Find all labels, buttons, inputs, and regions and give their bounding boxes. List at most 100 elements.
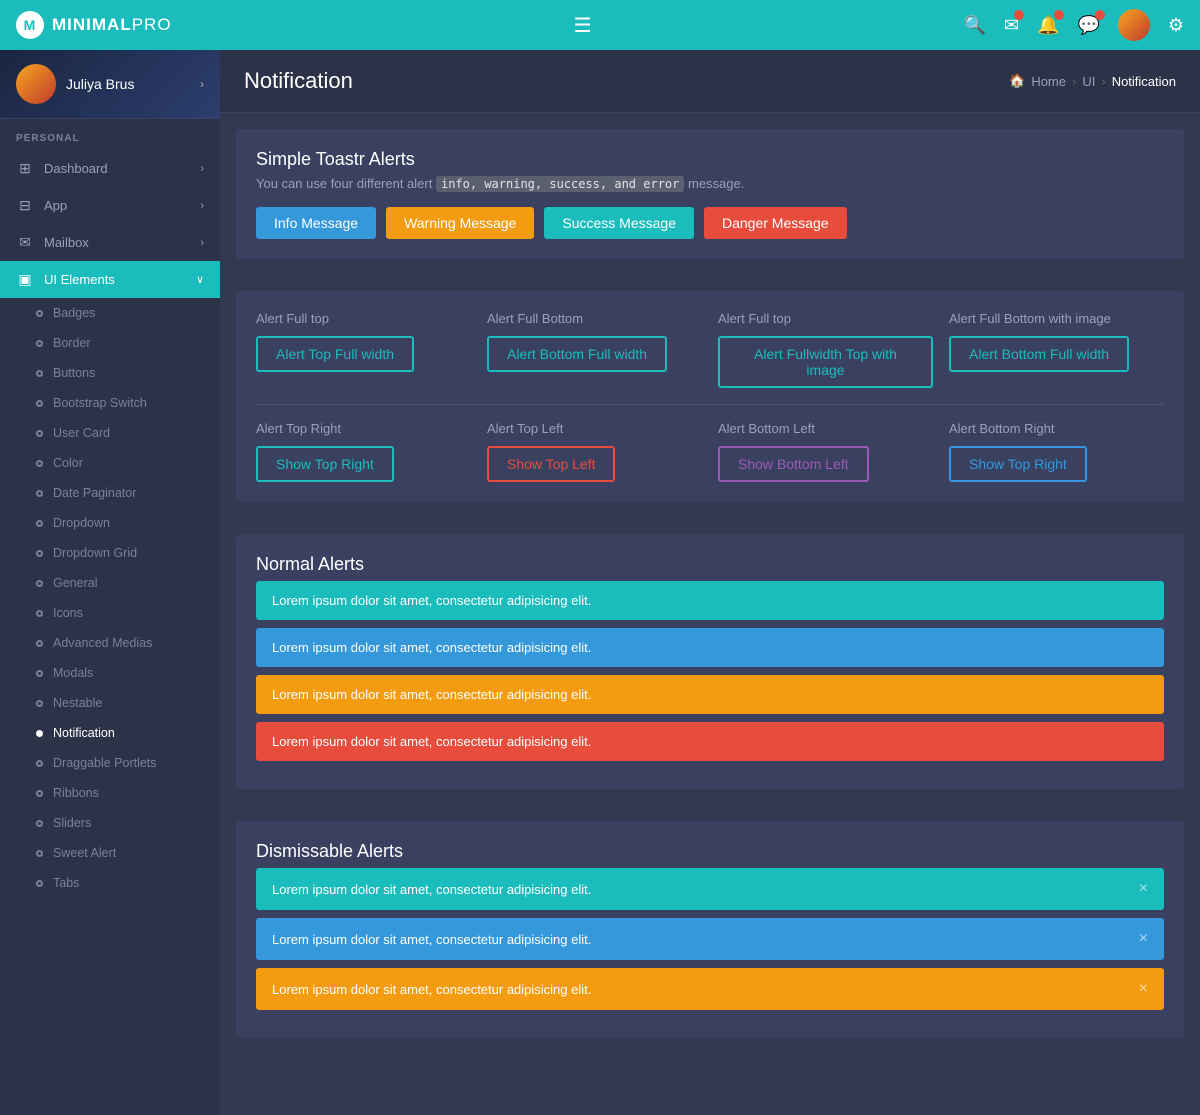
dot-icon xyxy=(36,520,43,527)
alert-fullwidth-top-image-button[interactable]: Alert Fullwidth Top with image xyxy=(718,336,933,388)
sidebar-sub-date-paginator[interactable]: Date Paginator xyxy=(0,478,220,508)
mailbox-arrow-icon: › xyxy=(200,237,204,249)
alert-col-full-top-image: Alert Full top Alert Fullwidth Top with … xyxy=(718,311,933,388)
alert-col-top-left: Alert Top Left Show Top Left xyxy=(487,421,702,482)
user-name: Juliya Brus xyxy=(66,76,134,92)
hamburger-button[interactable]: ☰ xyxy=(574,13,592,38)
brand-name: MINIMALPRO xyxy=(52,15,172,35)
sidebar-item-label: App xyxy=(44,198,67,213)
sidebar-sub-icons[interactable]: Icons xyxy=(0,598,220,628)
dismiss-button-teal[interactable]: × xyxy=(1139,880,1148,898)
info-message-button[interactable]: Info Message xyxy=(256,207,376,239)
home-icon: 🏠 xyxy=(1009,73,1025,89)
sidebar-sub-user-card[interactable]: User Card xyxy=(0,418,220,448)
normal-alerts-section: Normal Alerts Lorem ipsum dolor sit amet… xyxy=(236,534,1184,789)
success-message-button[interactable]: Success Message xyxy=(544,207,694,239)
alert-col-full-top: Alert Full top Alert Top Full width xyxy=(256,311,471,388)
sidebar-sub-dropdown-grid[interactable]: Dropdown Grid xyxy=(0,538,220,568)
sidebar-sub-dropdown[interactable]: Dropdown xyxy=(0,508,220,538)
breadcrumb-home[interactable]: Home xyxy=(1031,74,1066,89)
settings-icon[interactable]: ⚙ xyxy=(1168,15,1184,36)
dot-icon xyxy=(36,670,43,677)
normal-alert-yellow: Lorem ipsum dolor sit amet, consectetur … xyxy=(256,675,1164,714)
breadcrumb-section[interactable]: UI xyxy=(1082,74,1095,89)
alert-col-title: Alert Full Bottom with image xyxy=(949,311,1164,326)
dot-icon xyxy=(36,760,43,767)
alert-positions-grid1: Alert Full top Alert Top Full width Aler… xyxy=(256,311,1164,388)
dot-icon xyxy=(36,790,43,797)
alert-col-title: Alert Bottom Left xyxy=(718,421,933,436)
sidebar-sub-ribbons[interactable]: Ribbons xyxy=(0,778,220,808)
dismissable-alerts-section: Dismissable Alerts Lorem ipsum dolor sit… xyxy=(236,821,1184,1038)
dot-icon xyxy=(36,850,43,857)
sidebar-item-mailbox[interactable]: ✉ Mailbox › xyxy=(0,224,220,261)
search-icon[interactable]: 🔍 xyxy=(964,15,986,36)
sidebar-sub-sliders[interactable]: Sliders xyxy=(0,808,220,838)
sidebar-sub-buttons[interactable]: Buttons xyxy=(0,358,220,388)
breadcrumb-sep2: › xyxy=(1101,74,1105,89)
dismissable-alerts-title: Dismissable Alerts xyxy=(256,841,1164,862)
sidebar-sub-general[interactable]: General xyxy=(0,568,220,598)
alert-positions-section1: Alert Full top Alert Top Full width Aler… xyxy=(236,291,1184,502)
alert-col-bottom-right: Alert Bottom Right Show Top Right xyxy=(949,421,1164,482)
sidebar-sub-nestable[interactable]: Nestable xyxy=(0,688,220,718)
normal-alerts-title: Normal Alerts xyxy=(256,554,1164,575)
breadcrumb-sep1: › xyxy=(1072,74,1076,89)
dashboard-arrow-icon: › xyxy=(200,163,204,175)
user-arrow-icon: › xyxy=(200,77,204,91)
dot-icon xyxy=(36,700,43,707)
dot-icon xyxy=(36,370,43,377)
alert-bottom-full-width-button[interactable]: Alert Bottom Full width xyxy=(487,336,667,372)
email-badge xyxy=(1014,10,1024,20)
dashboard-icon: ⊞ xyxy=(16,160,34,177)
sidebar-sub-color[interactable]: Color xyxy=(0,448,220,478)
danger-message-button[interactable]: Danger Message xyxy=(704,207,847,239)
bell-badge xyxy=(1054,10,1064,20)
dismiss-button-yellow[interactable]: × xyxy=(1139,980,1148,998)
app-arrow-icon: › xyxy=(200,200,204,212)
sidebar-item-app[interactable]: ⊟ App › xyxy=(0,187,220,224)
user-avatar xyxy=(16,64,56,104)
main-layout: Juliya Brus › PERSONAL ⊞ Dashboard › ⊟ A… xyxy=(0,50,1200,1115)
sidebar-sub-badges[interactable]: Badges xyxy=(0,298,220,328)
chat-icon[interactable]: 💬 xyxy=(1077,15,1099,36)
alert-top-full-width-button[interactable]: Alert Top Full width xyxy=(256,336,414,372)
sidebar-item-ui-elements[interactable]: ▣ UI Elements ∨ xyxy=(0,261,220,298)
show-bottom-left-button[interactable]: Show Bottom Left xyxy=(718,446,869,482)
brand-logo[interactable]: M MINIMALPRO xyxy=(16,11,172,39)
alert-bottom-full-width-image-button[interactable]: Alert Bottom Full width xyxy=(949,336,1129,372)
dot-icon xyxy=(36,580,43,587)
dismiss-button-blue[interactable]: × xyxy=(1139,930,1148,948)
sidebar-sub-modals[interactable]: Modals xyxy=(0,658,220,688)
sidebar-sub-advanced-medias[interactable]: Advanced Medias xyxy=(0,628,220,658)
sidebar-sub-sweet-alert[interactable]: Sweet Alert xyxy=(0,838,220,868)
sidebar-item-dashboard[interactable]: ⊞ Dashboard › xyxy=(0,150,220,187)
dot-icon xyxy=(36,880,43,887)
sidebar-sub-tabs[interactable]: Tabs xyxy=(0,868,220,898)
warning-message-button[interactable]: Warning Message xyxy=(386,207,534,239)
sidebar-user[interactable]: Juliya Brus › xyxy=(0,50,220,119)
dismissable-alert-yellow: Lorem ipsum dolor sit amet, consectetur … xyxy=(256,968,1164,1010)
alert-col-title: Alert Full Bottom xyxy=(487,311,702,326)
sidebar-item-label: UI Elements xyxy=(44,272,115,287)
logo-icon: M xyxy=(16,11,44,39)
breadcrumb: 🏠 Home › UI › Notification xyxy=(1009,73,1176,89)
sidebar-sub-bootstrap-switch[interactable]: Bootstrap Switch xyxy=(0,388,220,418)
show-top-left-button[interactable]: Show Top Left xyxy=(487,446,615,482)
simple-toastr-title: Simple Toastr Alerts xyxy=(256,149,1164,170)
dot-icon xyxy=(36,310,43,317)
alert-col-full-bottom-image: Alert Full Bottom with image Alert Botto… xyxy=(949,311,1164,388)
breadcrumb-current: Notification xyxy=(1112,74,1176,89)
avatar[interactable] xyxy=(1118,9,1150,41)
sidebar-sub-draggable-portlets[interactable]: Draggable Portlets xyxy=(0,748,220,778)
dot-icon xyxy=(36,640,43,647)
sidebar-sub-border[interactable]: Border xyxy=(0,328,220,358)
alert-col-full-bottom: Alert Full Bottom Alert Bottom Full widt… xyxy=(487,311,702,388)
sidebar-sub-notification[interactable]: Notification xyxy=(0,718,220,748)
bell-icon[interactable]: 🔔 xyxy=(1037,15,1059,36)
alert-col-title: Alert Top Left xyxy=(487,421,702,436)
email-icon[interactable]: ✉ xyxy=(1004,15,1019,36)
show-top-right-button1[interactable]: Show Top Right xyxy=(256,446,394,482)
alert-col-title: Alert Top Right xyxy=(256,421,471,436)
show-top-right-button2[interactable]: Show Top Right xyxy=(949,446,1087,482)
